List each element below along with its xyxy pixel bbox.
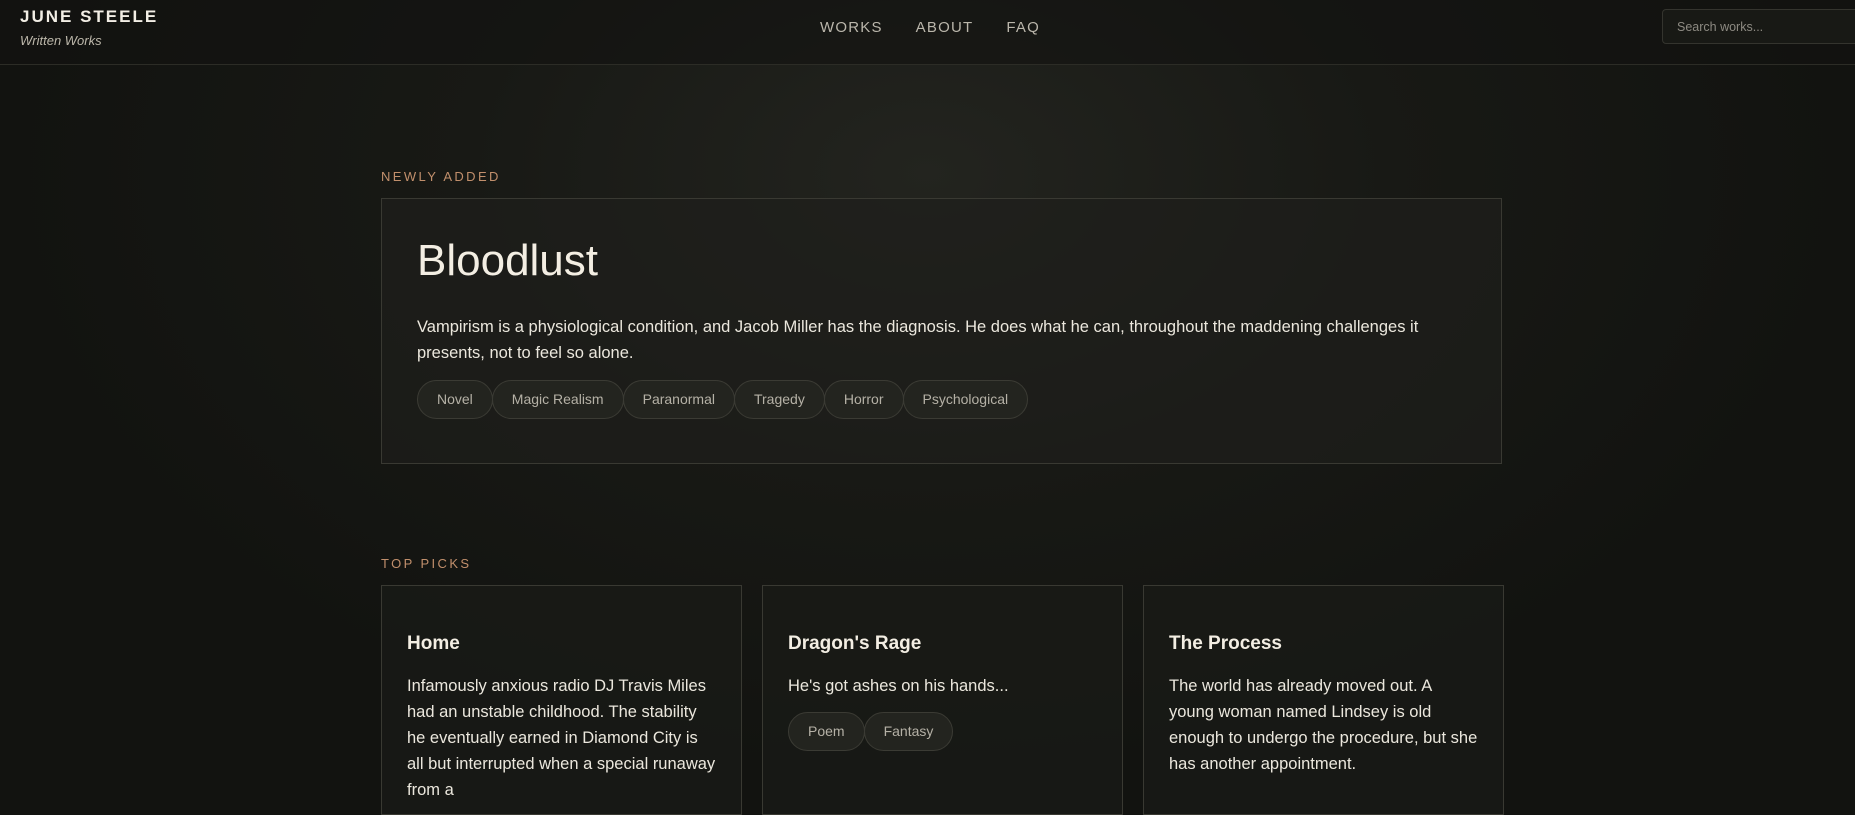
tag-horror[interactable]: Horror xyxy=(823,380,904,419)
search-box xyxy=(1662,9,1855,44)
card-title[interactable]: The Process xyxy=(1169,633,1478,655)
work-card-home[interactable]: Home Infamously anxious radio DJ Travis … xyxy=(381,585,742,815)
tag-fantasy[interactable]: Fantasy xyxy=(863,712,954,751)
card-description: Infamously anxious radio DJ Travis Miles… xyxy=(407,677,716,799)
featured-tag-list: Novel Magic Realism Paranormal Tragedy H… xyxy=(417,380,1466,419)
work-card-the-process[interactable]: The Process The world has already moved … xyxy=(1143,585,1504,815)
brand-tagline: Written Works xyxy=(20,33,102,48)
card-description: He's got ashes on his hands... xyxy=(788,677,1009,695)
search-input[interactable] xyxy=(1663,10,1855,43)
tag-novel[interactable]: Novel xyxy=(417,380,493,419)
card-tag-list: Poem Fantasy xyxy=(788,712,1097,751)
main-nav: WORKS ABOUT FAQ xyxy=(820,19,1040,36)
card-description: The world has already moved out. A young… xyxy=(1169,677,1478,773)
tag-poem[interactable]: Poem xyxy=(788,712,865,751)
top-picks-label: TOP PICKS xyxy=(381,556,472,571)
tag-tragedy[interactable]: Tragedy xyxy=(733,380,825,419)
brand-name[interactable]: JUNE STEELE xyxy=(20,7,158,27)
featured-work-card[interactable]: Bloodlust Vampirism is a physiological c… xyxy=(381,198,1502,464)
tag-magic-realism[interactable]: Magic Realism xyxy=(491,380,624,419)
brand[interactable]: JUNE STEELE Written Works xyxy=(20,7,158,48)
tag-psychological[interactable]: Psychological xyxy=(902,380,1029,419)
newly-added-label: NEWLY ADDED xyxy=(381,169,501,184)
card-title[interactable]: Home xyxy=(407,633,716,655)
tag-paranormal[interactable]: Paranormal xyxy=(622,380,735,419)
featured-title[interactable]: Bloodlust xyxy=(417,236,1466,286)
top-picks-grid: Home Infamously anxious radio DJ Travis … xyxy=(381,585,1504,815)
nav-link-about[interactable]: ABOUT xyxy=(916,19,974,36)
work-card-dragons-rage[interactable]: Dragon's Rage He's got ashes on his hand… xyxy=(762,585,1123,815)
nav-link-works[interactable]: WORKS xyxy=(820,19,883,36)
featured-description: Vampirism is a physiological condition, … xyxy=(417,318,1419,362)
nav-link-faq[interactable]: FAQ xyxy=(1006,19,1040,36)
site-header: JUNE STEELE Written Works WORKS ABOUT FA… xyxy=(0,0,1855,65)
card-title[interactable]: Dragon's Rage xyxy=(788,633,1097,655)
